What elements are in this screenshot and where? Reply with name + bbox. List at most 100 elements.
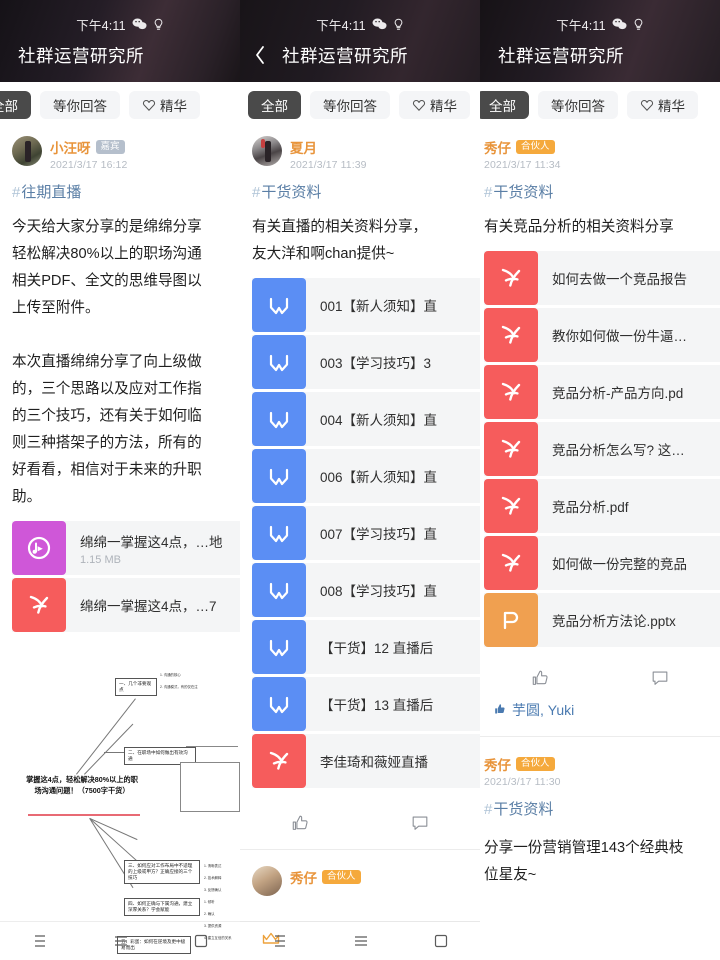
filter-label: 等你回答 <box>551 99 605 114</box>
attachment-list[interactable]: 001【新人须知】直 003【学习技巧】3 004【新人须知】直 006【新人须… <box>240 268 480 788</box>
post-actions[interactable] <box>240 791 480 849</box>
post-topic[interactable]: #干货资料 <box>480 788 720 819</box>
attachment-row[interactable]: 003【学习技巧】3 <box>252 335 480 389</box>
triangle-back-icon[interactable] <box>272 933 288 949</box>
post-feed[interactable]: 小汪呀 嘉宾 2021/3/17 16:12 #往期直播 今天给大家分享的是绵绵… <box>0 128 240 960</box>
author-name[interactable]: 秀仔 <box>484 137 511 157</box>
mindmap-sub-label: 2. 确认 <box>204 912 215 916</box>
filter-pill-essence[interactable]: 精华 <box>129 91 200 119</box>
avatar[interactable] <box>12 136 42 166</box>
triangle-back-icon[interactable] <box>32 933 48 949</box>
hamburger-home-icon[interactable] <box>113 933 129 949</box>
topic-label: 干货资料 <box>493 801 554 818</box>
attachment-row[interactable]: 007【学习技巧】直 <box>252 506 480 560</box>
attachment-row[interactable]: 006【新人须知】直 <box>252 449 480 503</box>
attachment-row[interactable]: 004【新人须知】直 <box>252 392 480 446</box>
post-topic[interactable]: #往期直播 <box>0 171 240 202</box>
attachment-row[interactable]: 008【学习技巧】直 <box>252 563 480 617</box>
attachment-row[interactable]: 教你如何做一份牛逼… <box>484 308 720 362</box>
attachment-list[interactable]: 如何去做一个竞品报告 教你如何做一份牛逼… 竞品分析-产品方向.pd 竞品分析怎… <box>480 241 720 647</box>
author-name[interactable]: 小汪呀 <box>50 137 91 157</box>
post-actions[interactable] <box>480 650 720 696</box>
word-file-icon <box>252 506 306 560</box>
post-item[interactable]: 秀仔 合伙人 2021/3/17 11:34 #干货资料 有关竞品分析的相关资料… <box>480 128 720 737</box>
mindmap-node: 一、几个非要观点 <box>115 678 157 696</box>
filter-pill-all[interactable]: 全部 <box>248 91 301 119</box>
attachment-row[interactable]: 竞品分析-产品方向.pd <box>484 365 720 419</box>
attachment-row[interactable]: 竞品分析.pdf <box>484 479 720 533</box>
attachment-list[interactable]: 绵绵一掌握这4点，…地 1.15 MB 绵绵一掌握这4点，…7 <box>0 511 240 632</box>
system-navigation-bar[interactable] <box>0 921 240 960</box>
attachment-text: 如何做一份完整的竞品 <box>538 553 687 573</box>
post-header: 秀仔 合伙人 2021/3/17 11:34 <box>480 128 720 171</box>
post-meta: 秀仔 合伙人 <box>290 866 361 887</box>
screen-panel-2: 下午4:11 社群运营研究所 全部 等你回答 精华 夏月 2021/3/17 1… <box>240 0 480 960</box>
author-name[interactable]: 夏月 <box>290 137 317 157</box>
filter-pill-essence[interactable]: 精华 <box>627 91 698 119</box>
hamburger-home-icon[interactable] <box>353 933 369 949</box>
filter-pill-all[interactable]: 全部 <box>480 91 529 119</box>
mindmap-image[interactable]: 掌握这4点，轻松解决80%以上的职场沟通问题！（7500字干货） 一、几个非要观… <box>4 642 240 954</box>
mindmap-sub-label: 1. 清晰表达 <box>204 864 222 868</box>
comment-button[interactable] <box>360 813 480 833</box>
filter-pill-awaiting-answer[interactable]: 等你回答 <box>538 91 618 119</box>
post-meta: 秀仔 合伙人 2021/3/17 11:34 <box>484 136 561 171</box>
author-name[interactable]: 秀仔 <box>290 867 317 887</box>
author-badge: 合伙人 <box>516 757 555 771</box>
post-topic[interactable]: #干货资料 <box>480 171 720 202</box>
avatar[interactable] <box>252 866 282 896</box>
post-topic[interactable]: #干货资料 <box>240 171 480 202</box>
attachment-text: 007【学习技巧】直 <box>306 523 437 543</box>
topic-label: 干货资料 <box>493 184 554 201</box>
chevron-left-icon[interactable] <box>250 44 270 66</box>
system-navigation-bar[interactable] <box>240 921 480 960</box>
square-recents-icon[interactable] <box>434 934 448 948</box>
post-feed[interactable]: 夏月 2021/3/17 11:39 #干货资料 有关直播的相关资料分享， 友大… <box>240 128 480 960</box>
thumbs-up-filled-icon <box>492 702 506 719</box>
author-row: 秀仔 合伙人 <box>290 867 361 887</box>
like-button[interactable] <box>240 813 360 833</box>
like-button[interactable] <box>480 668 600 688</box>
attachment-row[interactable]: 【干货】12 直播后 <box>252 620 480 674</box>
post-item[interactable]: 小汪呀 嘉宾 2021/3/17 16:12 #往期直播 今天给大家分享的是绵绵… <box>0 128 240 954</box>
attachment-row[interactable]: 【干货】13 直播后 <box>252 677 480 731</box>
attachment-row[interactable]: 001【新人须知】直 <box>252 278 480 332</box>
attachment-row[interactable]: 绵绵一掌握这4点，…7 <box>12 578 240 632</box>
attachment-row[interactable]: 如何去做一个竞品报告 <box>484 251 720 305</box>
heart-icon <box>142 98 156 112</box>
attachment-row[interactable]: 李佳琦和薇娅直播 <box>252 734 480 788</box>
liked-by-row[interactable]: 芋圆, Yuki <box>480 696 720 736</box>
attachment-row[interactable]: 绵绵一掌握这4点，…地 1.15 MB <box>12 521 240 575</box>
filter-tab-bar[interactable]: 全部 等你回答 精华 <box>480 82 720 128</box>
attachment-row[interactable]: 竞品分析方法论.pptx <box>484 593 720 647</box>
attachment-row[interactable]: 如何做一份完整的竞品 <box>484 536 720 590</box>
post-item[interactable]: 秀仔 合伙人 <box>240 858 480 896</box>
author-name[interactable]: 秀仔 <box>484 754 511 774</box>
post-meta: 夏月 2021/3/17 11:39 <box>290 136 367 171</box>
filter-pill-essence[interactable]: 精华 <box>399 91 470 119</box>
square-recents-icon[interactable] <box>194 934 208 948</box>
post-item[interactable]: 夏月 2021/3/17 11:39 #干货资料 有关直播的相关资料分享， 友大… <box>240 128 480 850</box>
title-row: 社群运营研究所 <box>480 33 720 77</box>
top-bar: 下午4:11 社群运营研究所 <box>0 0 240 82</box>
post-feed[interactable]: 秀仔 合伙人 2021/3/17 11:34 #干货资料 有关竞品分析的相关资料… <box>480 128 720 960</box>
screen-panel-1: 下午4:11 社群运营研究所 全部 等你回答 精华 <box>0 0 240 960</box>
attachment-row[interactable]: 竞品分析怎么写? 这… <box>484 422 720 476</box>
attachment-name: 绵绵一掌握这4点，…7 <box>80 599 217 614</box>
filter-pill-awaiting-answer[interactable]: 等你回答 <box>310 91 390 119</box>
comment-button[interactable] <box>600 668 720 688</box>
hash-icon: # <box>252 184 261 201</box>
filter-pill-all[interactable]: 全部 <box>0 91 31 119</box>
mindmap-node: 三、如何应对工作布局中不适理的上级或甲方？正确应接的三个技巧 <box>124 860 200 884</box>
author-row: 秀仔 合伙人 <box>484 754 561 774</box>
mindmap-sub-label: 3. 反馈确认 <box>204 888 222 892</box>
post-item[interactable]: 秀仔 合伙人 2021/3/17 11:30 #干货资料 分享一份营销管理143… <box>480 745 720 889</box>
filter-tab-bar[interactable]: 全部 等你回答 精华 <box>240 82 480 128</box>
filter-tab-bar[interactable]: 全部 等你回答 精华 <box>0 82 240 128</box>
status-bar: 下午4:11 <box>480 0 720 33</box>
post-meta: 秀仔 合伙人 2021/3/17 11:30 <box>484 753 561 788</box>
top-bar: 下午4:11 社群运营研究所 <box>480 0 720 82</box>
pdf-file-icon <box>484 422 538 476</box>
filter-pill-awaiting-answer[interactable]: 等你回答 <box>40 91 120 119</box>
avatar[interactable] <box>252 136 282 166</box>
